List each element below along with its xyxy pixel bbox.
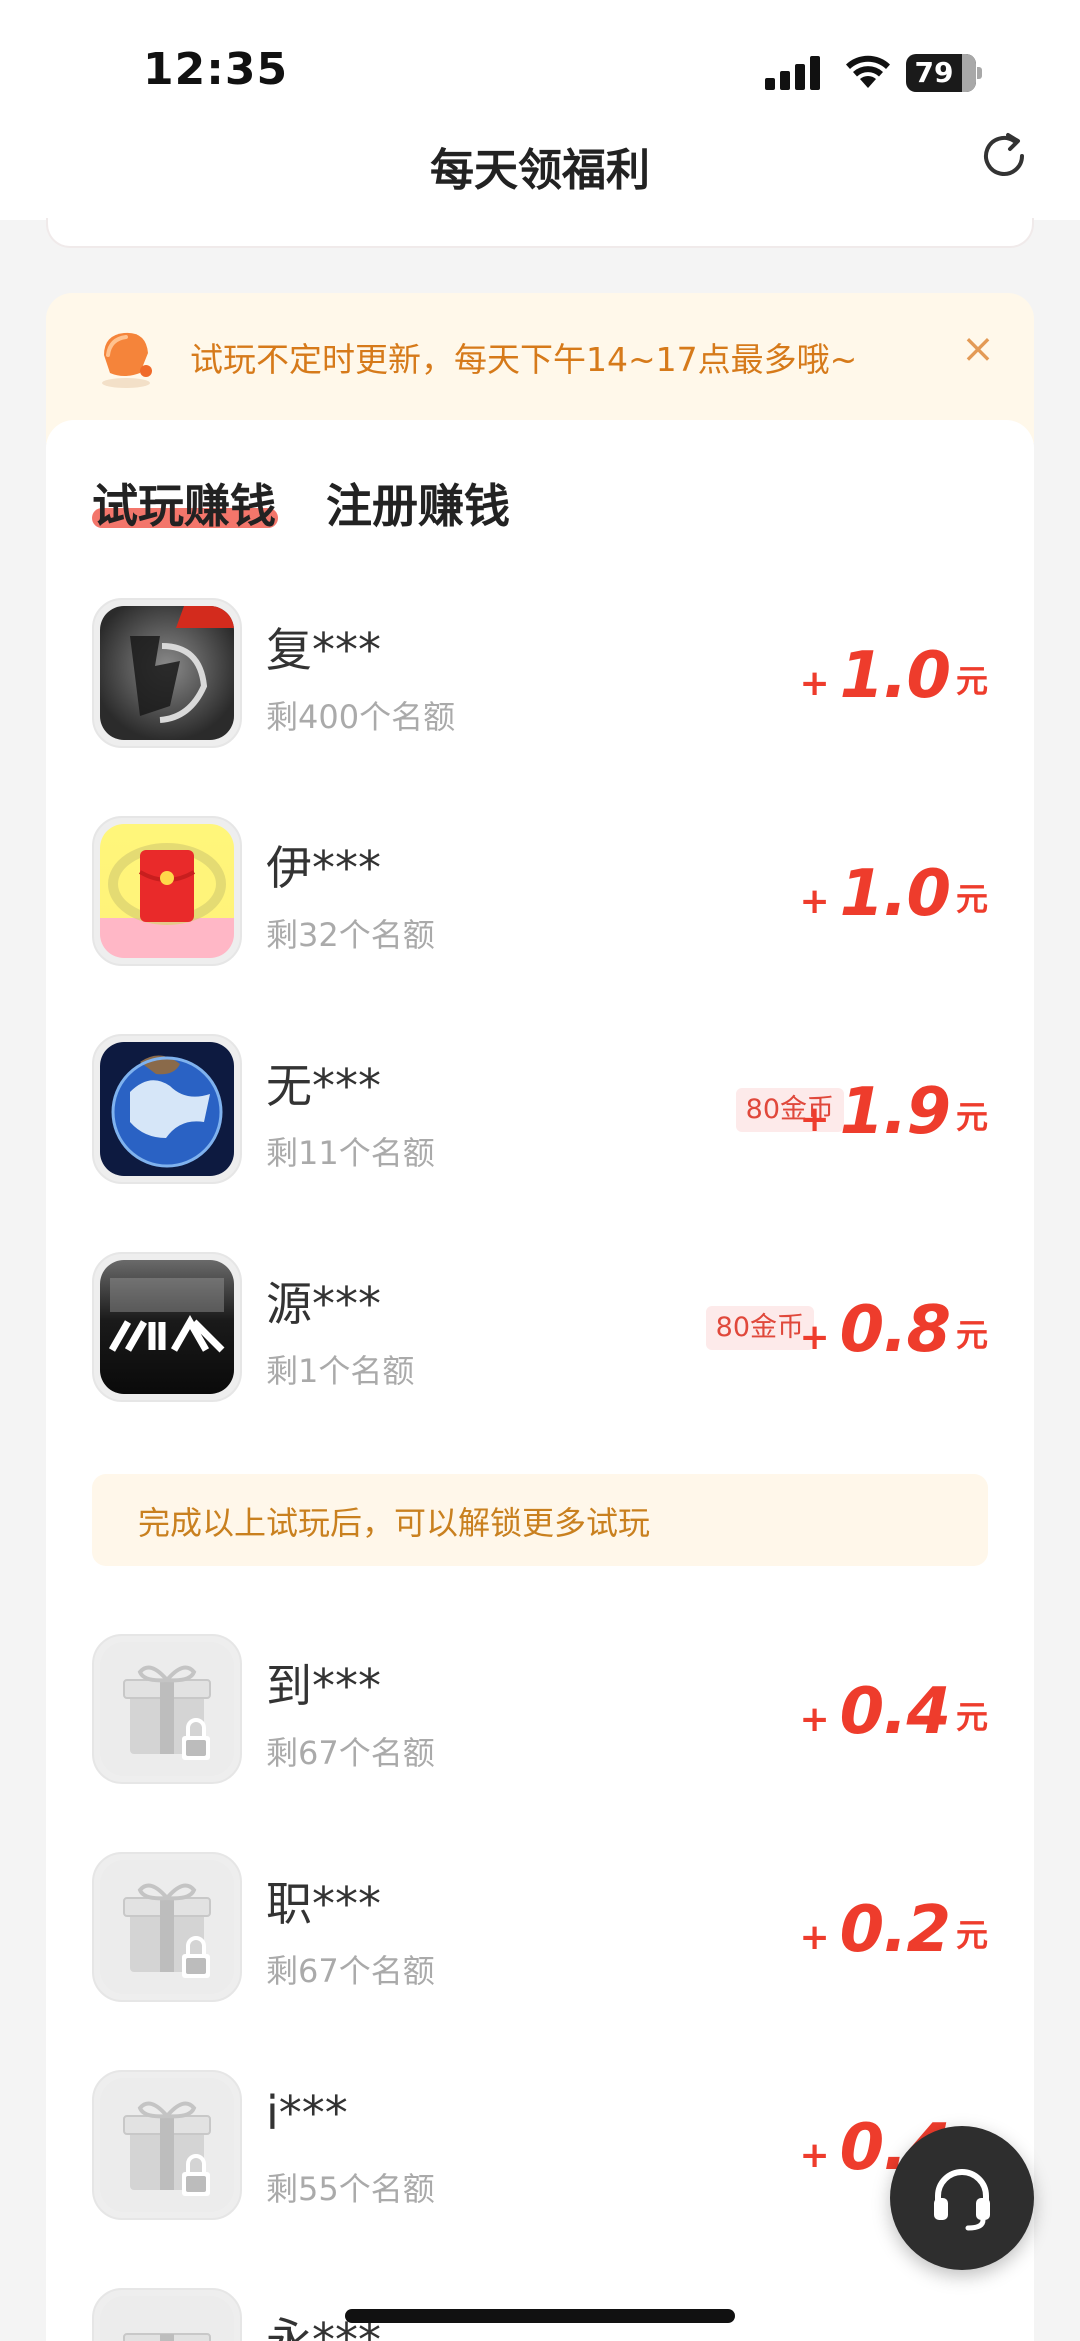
- headset-support-icon: [934, 2169, 990, 2231]
- list-item-locked[interactable]: i*** 剩55个名额 +0.4元: [46, 2070, 1034, 2230]
- battery-level: 79: [914, 56, 954, 89]
- dark-logo-app-icon: [92, 1252, 242, 1402]
- task-quota: 剩67个名额: [266, 1952, 435, 1990]
- battery-icon: 79: [906, 54, 982, 92]
- task-quota: 剩67个名额: [266, 1734, 435, 1772]
- task-name: 伊***: [266, 841, 381, 895]
- task-quota: 剩11个名额: [266, 1134, 435, 1172]
- task-name: i***: [266, 2086, 348, 2140]
- list-item-locked[interactable]: 到*** 剩67个名额 +0.4 元: [46, 1634, 1034, 1794]
- task-quota: 剩32个名额: [266, 916, 435, 954]
- customer-support-button[interactable]: [890, 2126, 1034, 2270]
- status-bar: 12:35 79: [0, 0, 1080, 130]
- wifi-icon: [846, 55, 890, 88]
- dragon-game-icon: [92, 598, 242, 748]
- reward-amount: +0.8 元: [799, 1293, 988, 1367]
- task-name: 无***: [266, 1059, 381, 1113]
- reward-amount: +1.0 元: [799, 857, 988, 931]
- list-item[interactable]: 无*** 剩11个名额 80金币 +1.9 元: [46, 1034, 1034, 1194]
- list-item[interactable]: 伊*** 剩32个名额 +1.0 元: [46, 816, 1034, 976]
- list-item-locked[interactable]: 职*** 剩67个名额 +0.2 元: [46, 1852, 1034, 2012]
- earth-globe-icon: [92, 1034, 242, 1184]
- reward-amount: +0.4元: [799, 1675, 988, 1749]
- task-name: 职***: [266, 1877, 381, 1931]
- locked-gift-icon: [92, 2070, 242, 2220]
- task-quota: 剩400个名额: [266, 698, 456, 736]
- unlock-banner: 完成以上试玩后，可以解锁更多试玩: [92, 1474, 988, 1566]
- coin-badge: 80金币: [705, 1306, 814, 1350]
- reward-amount: +0.2 元: [799, 1893, 988, 1967]
- close-icon[interactable]: ×: [958, 329, 998, 369]
- task-name: 源***: [266, 1277, 381, 1331]
- locked-gift-icon: [92, 1634, 242, 1784]
- refresh-icon[interactable]: [978, 130, 1030, 182]
- list-item[interactable]: 源*** 剩1个名额 80金币 +0.8 元: [46, 1252, 1034, 1412]
- nav-bar: 每天领福利: [0, 120, 1080, 220]
- locked-gift-icon: [92, 2288, 242, 2341]
- task-quota: 剩1个名额: [266, 1352, 415, 1390]
- previous-card-edge: [46, 218, 1034, 248]
- cellular-signal-icon: [765, 56, 823, 90]
- task-quota: 剩55个名额: [266, 2170, 435, 2208]
- task-name: 到***: [266, 1659, 381, 1713]
- home-indicator: [345, 2309, 735, 2323]
- notice-text: 试玩不定时更新，每天下午14~17点最多哦~: [190, 340, 858, 379]
- tab-register-earn[interactable]: 注册赚钱: [326, 470, 510, 536]
- task-name: 复***: [266, 623, 381, 677]
- red-envelope-app-icon: [92, 816, 242, 966]
- bell-icon: [102, 332, 152, 388]
- page-title: 每天领福利: [430, 145, 650, 196]
- reward-amount: +1.9 元: [799, 1075, 988, 1149]
- tab-trial-earn[interactable]: 试玩赚钱: [92, 470, 276, 536]
- locked-gift-icon: [92, 1852, 242, 2002]
- task-card: 试玩赚钱 注册赚钱 复*** 剩400个名额 +1.0 元 伊*** 剩32个名…: [46, 420, 1034, 2341]
- unlock-text: 完成以上试玩后，可以解锁更多试玩: [138, 1504, 651, 1542]
- list-item[interactable]: 复*** 剩400个名额 +1.0 元: [46, 598, 1034, 758]
- reward-amount: +1.0 元: [799, 639, 988, 713]
- status-time: 12:35: [143, 44, 289, 95]
